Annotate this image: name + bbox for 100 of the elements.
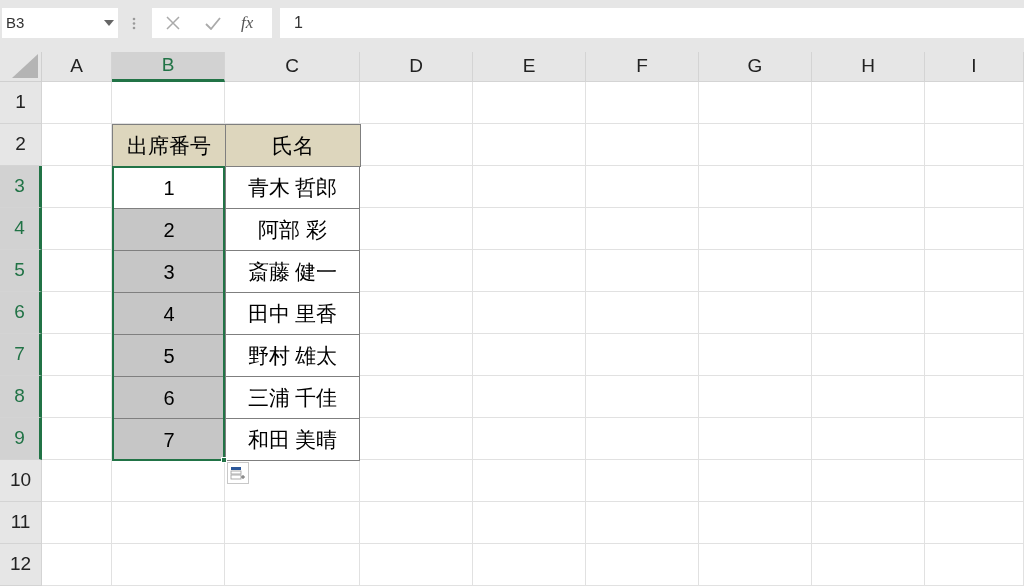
row-header[interactable]: 1 [0, 82, 42, 124]
empty-cell[interactable] [925, 376, 1024, 418]
empty-cell[interactable] [473, 124, 586, 166]
empty-cell[interactable] [812, 208, 925, 250]
empty-cell[interactable] [586, 208, 699, 250]
empty-cell[interactable] [586, 376, 699, 418]
empty-cell[interactable] [473, 292, 586, 334]
column-header[interactable]: D [360, 52, 473, 82]
empty-cell[interactable] [925, 208, 1024, 250]
empty-cell[interactable] [925, 166, 1024, 208]
row-header[interactable]: 7 [0, 334, 42, 376]
empty-cell[interactable] [812, 124, 925, 166]
empty-cell[interactable] [586, 82, 699, 124]
empty-cell[interactable] [586, 460, 699, 502]
empty-cell[interactable] [699, 460, 812, 502]
empty-cell[interactable] [586, 418, 699, 460]
empty-cell[interactable] [812, 292, 925, 334]
empty-cell[interactable] [699, 376, 812, 418]
empty-cell[interactable] [925, 82, 1024, 124]
row-header[interactable]: 10 [0, 460, 42, 502]
empty-cell[interactable] [925, 502, 1024, 544]
table-cell[interactable]: 4 [112, 292, 226, 335]
empty-cell[interactable] [812, 418, 925, 460]
quick-analysis-button[interactable] [227, 462, 249, 484]
empty-cell[interactable] [699, 250, 812, 292]
empty-cell[interactable] [699, 166, 812, 208]
empty-cell[interactable] [925, 544, 1024, 586]
table-cell[interactable]: 6 [112, 376, 226, 419]
empty-cell[interactable] [925, 418, 1024, 460]
empty-cell[interactable] [812, 502, 925, 544]
empty-cell[interactable] [812, 250, 925, 292]
row-header[interactable]: 2 [0, 124, 42, 166]
empty-cell[interactable] [699, 82, 812, 124]
row-header[interactable]: 4 [0, 208, 42, 250]
empty-cell[interactable] [925, 334, 1024, 376]
empty-cell[interactable] [699, 502, 812, 544]
empty-cell[interactable] [473, 418, 586, 460]
row-header[interactable]: 5 [0, 250, 42, 292]
empty-cell[interactable] [360, 460, 473, 502]
empty-cell[interactable] [473, 250, 586, 292]
close-icon[interactable] [166, 16, 180, 30]
table-cell[interactable]: 7 [112, 418, 226, 461]
insert-function-button[interactable]: fx [241, 10, 254, 36]
row-header[interactable]: 3 [0, 166, 42, 208]
empty-cell[interactable] [586, 544, 699, 586]
empty-cell[interactable] [473, 334, 586, 376]
row-header[interactable]: 6 [0, 292, 42, 334]
column-header[interactable]: E [473, 52, 586, 82]
empty-cell[interactable] [699, 124, 812, 166]
drag-handle-icon[interactable] [132, 17, 136, 30]
column-header[interactable]: F [586, 52, 699, 82]
column-header[interactable]: A [42, 52, 112, 82]
empty-cell[interactable] [812, 166, 925, 208]
empty-cell[interactable] [473, 82, 586, 124]
empty-cell[interactable] [360, 544, 473, 586]
table-cell[interactable]: 5 [112, 334, 226, 377]
empty-cell[interactable] [699, 544, 812, 586]
empty-cell[interactable] [112, 544, 225, 586]
row-header[interactable]: 9 [0, 418, 42, 460]
empty-cell[interactable] [925, 250, 1024, 292]
empty-cell[interactable] [586, 334, 699, 376]
empty-cell[interactable] [473, 502, 586, 544]
name-box[interactable]: B3 [2, 8, 118, 38]
empty-cell[interactable] [473, 544, 586, 586]
row-header[interactable]: 12 [0, 544, 42, 586]
empty-cell[interactable] [699, 418, 812, 460]
empty-cell[interactable] [586, 166, 699, 208]
empty-cell[interactable] [225, 544, 360, 586]
table-cell[interactable]: 2 [112, 208, 226, 251]
empty-cell[interactable] [812, 460, 925, 502]
empty-cell[interactable] [699, 292, 812, 334]
empty-cell[interactable] [699, 208, 812, 250]
empty-cell[interactable] [473, 166, 586, 208]
row-header[interactable]: 8 [0, 376, 42, 418]
empty-cell[interactable] [812, 82, 925, 124]
empty-cell[interactable] [925, 292, 1024, 334]
table-cell[interactable]: 和田 美晴 [225, 418, 360, 461]
column-header[interactable]: C [225, 52, 360, 82]
empty-cell[interactable] [360, 82, 473, 124]
empty-cell[interactable] [473, 460, 586, 502]
empty-cell[interactable] [473, 208, 586, 250]
empty-cell[interactable] [812, 334, 925, 376]
formula-field[interactable]: 1 [280, 8, 1024, 38]
empty-cell[interactable] [473, 376, 586, 418]
empty-cell[interactable] [812, 376, 925, 418]
empty-cell[interactable] [112, 502, 225, 544]
empty-cell[interactable] [360, 502, 473, 544]
column-header[interactable]: B [112, 52, 225, 82]
empty-cell[interactable] [925, 460, 1024, 502]
checkmark-icon[interactable] [205, 16, 221, 30]
row-header[interactable]: 11 [0, 502, 42, 544]
column-header[interactable]: H [812, 52, 925, 82]
empty-cell[interactable] [586, 124, 699, 166]
empty-cell[interactable] [586, 250, 699, 292]
table-cell[interactable]: 3 [112, 250, 226, 293]
empty-cell[interactable] [225, 502, 360, 544]
empty-cell[interactable] [586, 292, 699, 334]
column-header[interactable]: I [925, 52, 1024, 82]
empty-cell[interactable] [925, 124, 1024, 166]
empty-cell[interactable] [586, 502, 699, 544]
